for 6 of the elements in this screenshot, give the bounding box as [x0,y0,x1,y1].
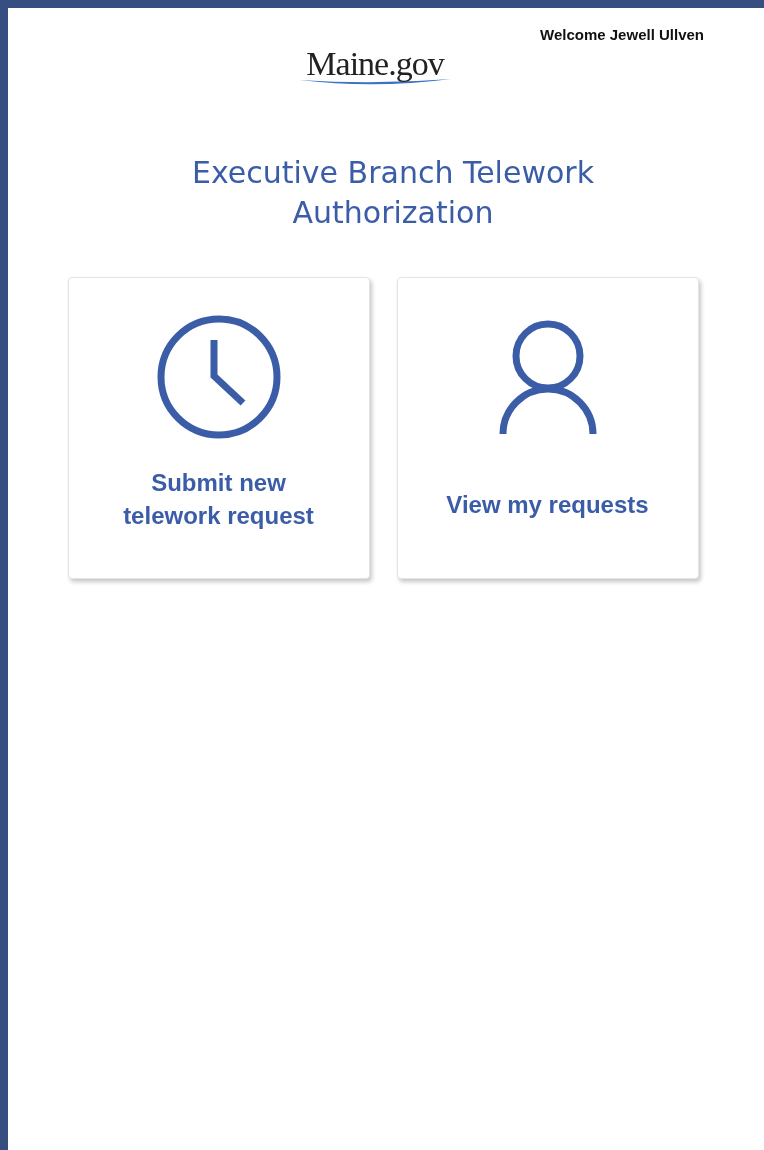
clock-icon [155,314,282,440]
site-logo[interactable]: Maine.gov [306,47,444,81]
action-card[interactable]: View my requests [396,277,699,579]
welcome-text: Welcome Jewell Ullven [540,26,704,43]
page-title: Executive Branch Telework Authorization [191,154,595,232]
action-card[interactable]: Submit new telework request [67,277,370,579]
